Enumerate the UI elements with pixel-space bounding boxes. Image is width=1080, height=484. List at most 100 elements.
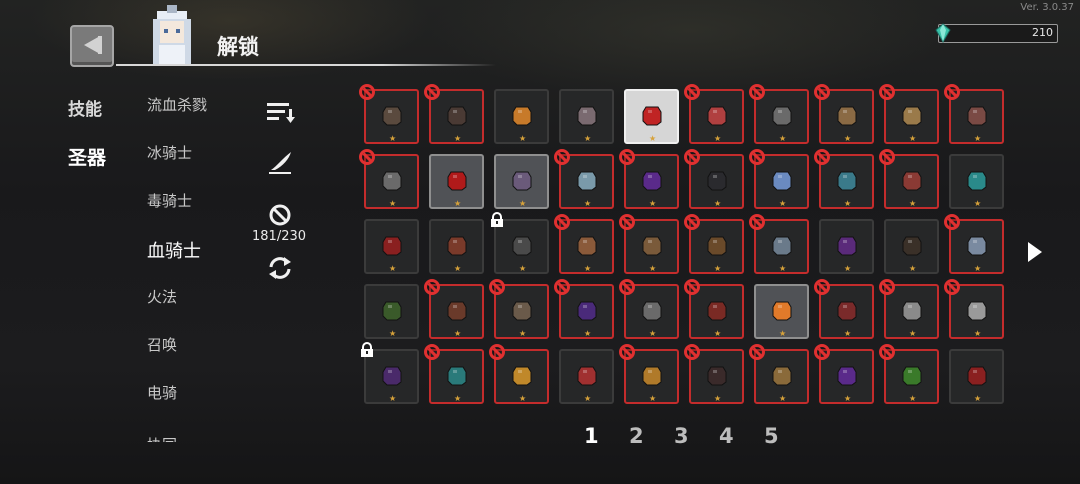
relic-slot[interactable]: ★ xyxy=(749,149,809,209)
quill-icon[interactable] xyxy=(267,150,295,176)
relic-slot[interactable]: ★ xyxy=(429,154,484,209)
relic-slot[interactable]: ★ xyxy=(619,279,679,339)
relic-slot[interactable]: ★ xyxy=(949,154,1004,209)
relic-slot[interactable]: ★ xyxy=(494,154,549,209)
sort-icon[interactable] xyxy=(266,100,296,124)
bronze-coin-icon xyxy=(772,366,792,386)
relic-slot[interactable]: ★ xyxy=(494,89,549,144)
spoon-icon xyxy=(512,236,532,256)
rarity-star-icon: ★ xyxy=(974,264,982,273)
relic-slot[interactable]: ★ xyxy=(359,84,419,144)
relic-slot[interactable]: ★ xyxy=(949,349,1004,404)
relic-slot[interactable]: ★ xyxy=(749,84,809,144)
relic-slot[interactable]: ★ xyxy=(424,84,484,144)
relic-slot[interactable]: ★ xyxy=(944,214,1004,274)
page-4-button[interactable]: 4 xyxy=(719,424,734,448)
subcategory-bleed-kill[interactable]: 流血杀戮 xyxy=(147,94,207,115)
relic-slot[interactable]: ★ xyxy=(684,214,744,274)
relic-slot[interactable]: ★ xyxy=(619,214,679,274)
relic-slot[interactable]: ★ xyxy=(944,279,1004,339)
relic-slot[interactable]: ★ xyxy=(361,342,419,404)
banned-icon xyxy=(814,344,830,360)
next-arrow-icon[interactable] xyxy=(1026,241,1044,263)
relic-slot[interactable]: ★ xyxy=(559,89,614,144)
rarity-star-icon: ★ xyxy=(974,134,982,143)
relic-slot[interactable]: ★ xyxy=(819,219,874,274)
rarity-star-icon: ★ xyxy=(714,394,722,403)
relic-slot[interactable]: ★ xyxy=(559,349,614,404)
back-button[interactable] xyxy=(70,25,114,67)
currency-display: 210 xyxy=(935,23,1058,43)
relic-slot[interactable]: ★ xyxy=(364,284,419,339)
relic-slot[interactable]: ★ xyxy=(879,149,939,209)
relic-slot[interactable]: ★ xyxy=(684,279,744,339)
relic-slot[interactable]: ★ xyxy=(619,149,679,209)
rarity-star-icon: ★ xyxy=(584,264,592,273)
relic-slot[interactable]: ★ xyxy=(554,279,614,339)
relic-slot[interactable]: ★ xyxy=(814,279,874,339)
banned-icon xyxy=(489,279,505,295)
page-3-button[interactable]: 3 xyxy=(674,424,689,448)
relic-slot[interactable]: ★ xyxy=(749,344,809,404)
purple-jar-icon xyxy=(837,366,857,386)
rarity-star-icon: ★ xyxy=(844,134,852,143)
subcategory-electric-knight[interactable]: 电骑 xyxy=(147,382,177,403)
page-1-button[interactable]: 1 xyxy=(584,424,599,448)
relic-slot[interactable]: ★ xyxy=(619,344,679,404)
rarity-star-icon: ★ xyxy=(389,394,397,403)
relic-slot[interactable]: ★ xyxy=(489,344,549,404)
rarity-star-icon: ★ xyxy=(909,199,917,208)
relic-slot[interactable]: ★ xyxy=(554,214,614,274)
relic-slot[interactable]: ★ xyxy=(491,212,549,274)
relic-slot[interactable]: ★ xyxy=(424,279,484,339)
rarity-star-icon: ★ xyxy=(714,329,722,338)
subcategory-ice-knight[interactable]: 冰骑士 xyxy=(147,142,192,163)
rarity-star-icon: ★ xyxy=(389,134,397,143)
relic-slot[interactable]: ★ xyxy=(754,284,809,339)
rarity-star-icon: ★ xyxy=(779,134,787,143)
page-5-button[interactable]: 5 xyxy=(764,424,779,448)
relic-slot[interactable]: ★ xyxy=(684,84,744,144)
rarity-star-icon: ★ xyxy=(844,264,852,273)
page-2-button[interactable]: 2 xyxy=(629,424,644,448)
rarity-star-icon: ★ xyxy=(649,199,657,208)
relic-slot[interactable]: ★ xyxy=(359,149,419,209)
bat-emblem-icon xyxy=(447,171,467,191)
relic-slot[interactable]: ★ xyxy=(879,84,939,144)
banned-icon xyxy=(814,279,830,295)
subcategory-synergy[interactable]: 协同 xyxy=(147,434,177,442)
banned-icon xyxy=(619,344,635,360)
subcategory-poison-knight[interactable]: 毒骑士 xyxy=(147,190,192,211)
relic-slot[interactable]: ★ xyxy=(884,219,939,274)
relic-slot[interactable]: ★ xyxy=(364,219,419,274)
relic-slot[interactable]: ★ xyxy=(684,149,744,209)
relic-slot[interactable]: ★ xyxy=(879,344,939,404)
rarity-star-icon: ★ xyxy=(844,394,852,403)
relic-slot[interactable]: ★ xyxy=(429,219,484,274)
relic-slot[interactable]: ★ xyxy=(489,279,549,339)
relic-slot[interactable]: ★ xyxy=(814,149,874,209)
relic-slot[interactable]: ★ xyxy=(814,344,874,404)
currency-amount: 210 xyxy=(1032,26,1053,39)
refresh-icon[interactable] xyxy=(266,254,294,282)
relic-slot[interactable]: ★ xyxy=(944,84,1004,144)
category-relics[interactable]: 圣器 xyxy=(68,143,106,170)
relic-slot[interactable]: ★ xyxy=(624,89,679,144)
rarity-star-icon: ★ xyxy=(519,264,527,273)
banned-icon xyxy=(619,214,635,230)
relic-slot[interactable]: ★ xyxy=(879,279,939,339)
banned-icon xyxy=(359,149,375,165)
relic-slot[interactable]: ★ xyxy=(554,149,614,209)
category-skills[interactable]: 技能 xyxy=(68,95,102,120)
ice-cube-icon xyxy=(967,236,987,256)
relic-slot[interactable]: ★ xyxy=(684,344,744,404)
relic-slot[interactable]: ★ xyxy=(749,214,809,274)
relic-slot[interactable]: ★ xyxy=(424,344,484,404)
subcategory-blood-knight[interactable]: 血骑士 xyxy=(147,237,201,263)
subcategory-summon[interactable]: 召唤 xyxy=(147,334,177,355)
title-underline xyxy=(116,64,496,66)
subcategory-fire-mage[interactable]: 火法 xyxy=(147,286,177,307)
ban-filter-icon[interactable] xyxy=(268,203,292,227)
relic-slot[interactable]: ★ xyxy=(814,84,874,144)
paper-bag-icon xyxy=(902,106,922,126)
